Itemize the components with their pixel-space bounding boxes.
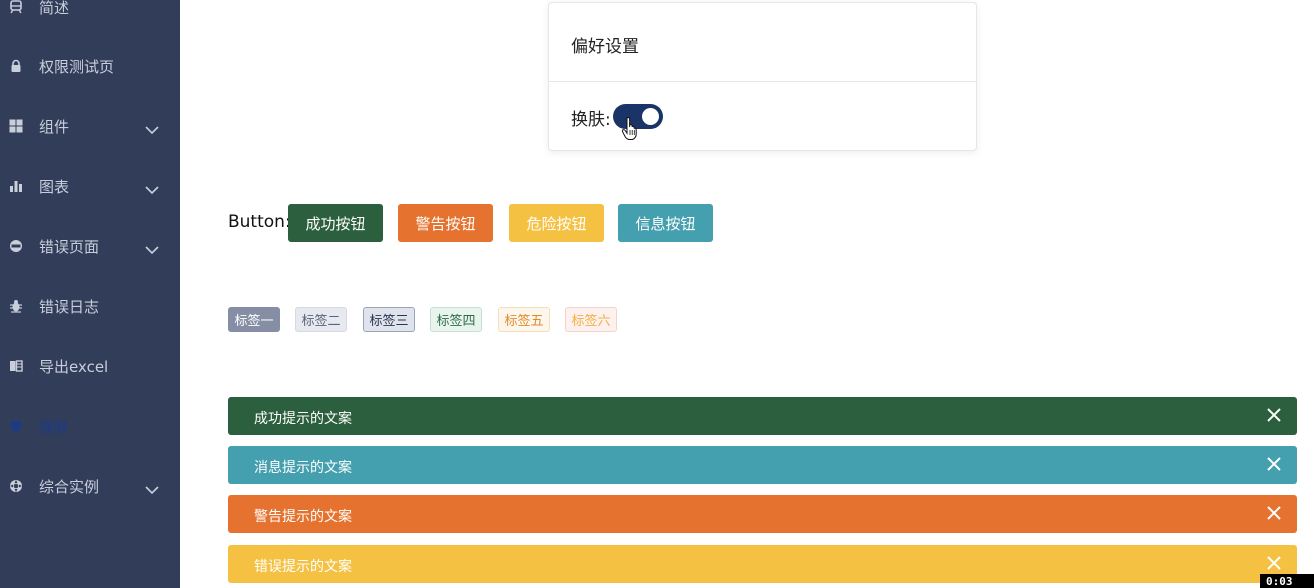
- component-icon: [9, 479, 23, 493]
- grid-icon: [9, 119, 23, 133]
- tag-2: 标签二: [295, 307, 347, 332]
- skin-label: 换肤:: [571, 110, 611, 130]
- sidebar: 简述 权限测试页 组件 图表 错误页面 错误日志 导出excel 换肤 综合实例: [0, 0, 180, 588]
- sidebar-item-label: 综合实例: [39, 477, 100, 496]
- warning-button[interactable]: 警告按钮: [398, 204, 493, 242]
- bug-icon: [9, 299, 23, 313]
- chevron-down-icon: [145, 481, 159, 495]
- divider: [549, 81, 976, 82]
- tag-3: 标签三: [363, 307, 415, 332]
- preferences-card: 偏好设置 换肤:: [548, 2, 977, 151]
- alert-info: 消息提示的文案: [228, 446, 1297, 484]
- close-icon[interactable]: [1267, 556, 1281, 570]
- sidebar-item-examples[interactable]: 综合实例: [0, 461, 180, 511]
- sidebar-item-error-pages[interactable]: 错误页面: [0, 221, 180, 271]
- hand-cursor-icon: [621, 116, 639, 141]
- alert-text: 错误提示的文案: [254, 559, 352, 575]
- chevron-down-icon: [145, 241, 159, 255]
- train-icon: [9, 0, 23, 14]
- success-button[interactable]: 成功按钮: [288, 204, 383, 242]
- sidebar-item-permission-test[interactable]: 权限测试页: [0, 41, 180, 91]
- alert-warning: 警告提示的文案: [228, 495, 1297, 533]
- sidebar-item-error-log[interactable]: 错误日志: [0, 281, 180, 331]
- excel-icon: [9, 359, 23, 373]
- error-404-icon: [9, 239, 23, 253]
- toggle-knob: [642, 108, 659, 125]
- card-title: 偏好设置: [571, 37, 639, 57]
- close-icon[interactable]: [1267, 506, 1281, 520]
- alert-error: 错误提示的文案: [228, 545, 1297, 583]
- close-icon[interactable]: [1267, 408, 1281, 422]
- sidebar-item-label: 简述: [39, 0, 70, 17]
- tag-4: 标签四: [430, 307, 482, 332]
- close-icon[interactable]: [1267, 457, 1281, 471]
- alert-text: 消息提示的文案: [254, 460, 352, 476]
- chevron-down-icon: [145, 181, 159, 195]
- sidebar-item-export-excel[interactable]: 导出excel: [0, 341, 180, 391]
- chevron-down-icon: [145, 121, 159, 135]
- tag-6: 标签六: [565, 307, 617, 332]
- sidebar-item-label: 错误页面: [39, 237, 100, 256]
- sidebar-item-label: 图表: [39, 177, 70, 196]
- alert-text: 成功提示的文案: [254, 411, 352, 427]
- buttons-label: Button:: [228, 212, 291, 232]
- sidebar-item-overview[interactable]: 简述: [0, 0, 180, 32]
- bar-chart-icon: [9, 179, 23, 193]
- info-button[interactable]: 信息按钮: [618, 204, 713, 242]
- danger-button[interactable]: 危险按钮: [509, 204, 604, 242]
- sidebar-item-label: 换肤: [39, 417, 70, 436]
- sidebar-item-label: 权限测试页: [39, 57, 115, 76]
- sidebar-item-components[interactable]: 组件: [0, 101, 180, 151]
- alert-text: 警告提示的文案: [254, 509, 352, 525]
- tag-1: 标签一: [228, 307, 280, 332]
- sidebar-item-charts[interactable]: 图表: [0, 161, 180, 211]
- alert-success: 成功提示的文案: [228, 397, 1297, 435]
- tshirt-icon: [9, 419, 23, 433]
- sidebar-item-label: 错误日志: [39, 297, 100, 316]
- tag-5: 标签五: [498, 307, 550, 332]
- lock-icon: [9, 59, 23, 73]
- sidebar-item-theme[interactable]: 换肤: [0, 401, 180, 451]
- sidebar-item-label: 导出excel: [39, 357, 109, 376]
- video-timecode: 0:03: [1260, 574, 1314, 588]
- sidebar-item-label: 组件: [39, 117, 70, 136]
